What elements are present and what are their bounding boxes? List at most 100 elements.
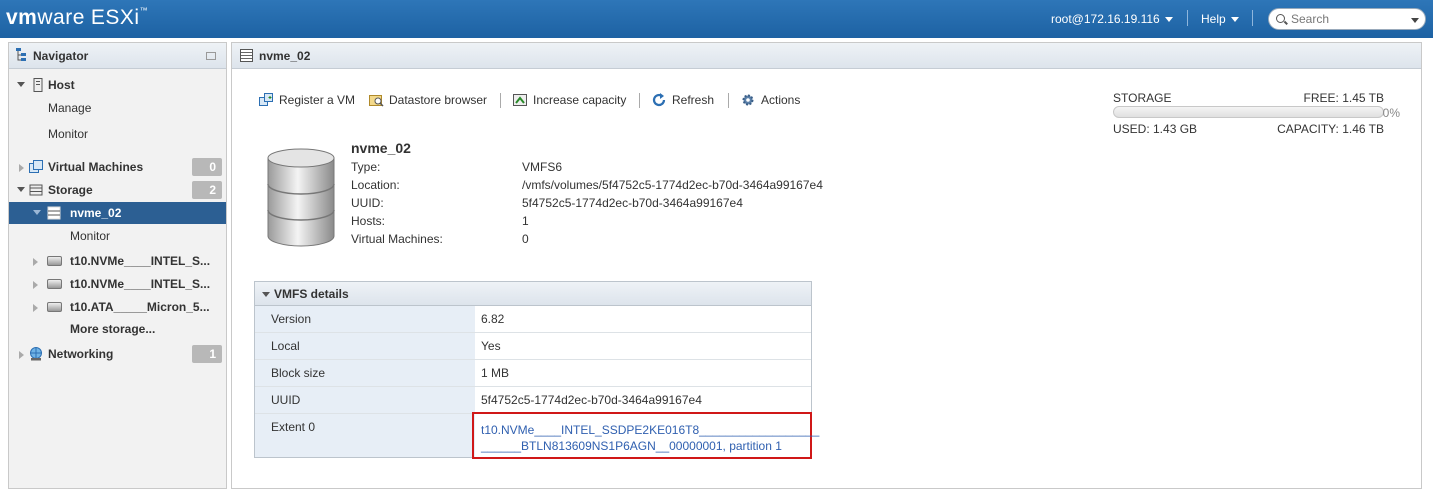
search-input[interactable]: Search — [1268, 8, 1426, 30]
field-label: Type: — [351, 160, 381, 174]
refresh-button[interactable]: Refresh — [652, 93, 714, 107]
extent-link[interactable]: t10.NVMe____INTEL_SSDPE2KE016T8_________… — [481, 422, 819, 454]
row-value: 1 MB — [481, 366, 510, 380]
actions-button[interactable]: Actions — [741, 93, 800, 107]
count-badge: 2 — [192, 181, 222, 199]
nav-item-disk[interactable]: t10.NVMe____INTEL_S... — [9, 273, 226, 295]
chevron-down-icon — [1230, 17, 1239, 23]
refresh-icon — [652, 93, 666, 107]
row-value: 6.82 — [481, 312, 505, 326]
collapse-icon[interactable] — [262, 292, 270, 297]
nav-item-virtual-machines[interactable]: Virtual Machines 0 — [9, 156, 226, 178]
storage-capacity: CAPACITY: 1.46 TB — [1277, 122, 1384, 136]
row-label: Version — [255, 306, 475, 332]
register-vm-button[interactable]: Register a VM — [259, 93, 355, 107]
expand-icon[interactable] — [33, 304, 38, 312]
increase-capacity-icon — [513, 94, 527, 106]
gear-icon — [742, 94, 754, 106]
collapse-icon[interactable] — [206, 52, 216, 60]
toolbar-divider — [728, 93, 729, 108]
vmfs-details-header[interactable]: VMFS details — [255, 282, 811, 306]
navigator-title: Navigator — [33, 49, 89, 63]
nav-item-networking[interactable]: Networking 1 — [9, 343, 226, 365]
nav-item-manage[interactable]: Manage — [9, 97, 226, 119]
field-label: Location: — [351, 178, 400, 192]
network-icon — [30, 347, 42, 361]
nav-item-nvme-02[interactable]: nvme_02 — [9, 202, 226, 224]
datastore-browser-button[interactable]: Datastore browser — [369, 93, 487, 107]
expand-icon[interactable] — [33, 210, 41, 215]
table-row: Version 6.82 — [255, 306, 811, 333]
chevron-down-icon[interactable] — [1411, 18, 1419, 23]
nav-item-disk[interactable]: t10.NVMe____INTEL_S... — [9, 250, 226, 272]
disk-icon — [47, 256, 62, 266]
table-row: Block size 1 MB — [255, 360, 811, 387]
expand-icon[interactable] — [19, 164, 24, 172]
expand-icon[interactable] — [33, 281, 38, 289]
field-value: 0 — [522, 232, 529, 246]
table-row: UUID 5f4752c5-1774d2ec-b70d-3464a99167e4 — [255, 387, 811, 414]
chevron-down-icon — [1164, 17, 1173, 23]
row-label: UUID — [255, 387, 475, 413]
storage-usage: STORAGE FREE: 1.45 TB 0% USED: 1.43 GB C… — [1113, 90, 1403, 140]
count-badge: 0 — [192, 158, 222, 176]
panel-title: VMFS details — [274, 287, 349, 301]
datastore-browser-icon — [369, 95, 384, 107]
datastore-name: nvme_02 — [351, 140, 411, 156]
row-value: 5f4752c5-1774d2ec-b70d-3464a99167e4 — [481, 393, 702, 407]
storage-free: FREE: 1.45 TB — [1303, 91, 1384, 105]
storage-heading: STORAGE — [1113, 91, 1172, 105]
nav-item-monitor[interactable]: Monitor — [9, 225, 226, 247]
user-menu[interactable]: root@172.16.19.116 — [1051, 12, 1173, 26]
expand-icon[interactable] — [17, 187, 25, 192]
nav-item-more-storage[interactable]: More storage... — [9, 318, 226, 340]
field-label: Virtual Machines: — [351, 232, 443, 246]
field-value: VMFS6 — [522, 160, 563, 174]
storage-icon — [29, 184, 43, 196]
navigator-icon — [16, 48, 26, 61]
search-placeholder: Search — [1291, 12, 1330, 26]
field-label: Hosts: — [351, 214, 386, 228]
top-bar: vmware ESXi™ root@172.16.19.116 Help Sear… — [0, 0, 1433, 38]
storage-percent: 0% — [1382, 106, 1400, 120]
register-vm-icon — [259, 93, 273, 106]
nav-item-host[interactable]: Host — [9, 74, 226, 96]
navigator-panel: Navigator Host Manage Monitor Virtual Ma… — [8, 42, 227, 489]
disk-icon — [47, 279, 62, 289]
storage-used: USED: 1.43 GB — [1113, 122, 1198, 136]
expand-icon[interactable] — [19, 351, 24, 359]
vm-icon — [29, 160, 43, 173]
datastore-icon — [240, 49, 253, 62]
navigator-header: Navigator — [9, 43, 226, 69]
divider — [1252, 10, 1253, 26]
expand-icon[interactable] — [17, 82, 25, 87]
field-value: /vmfs/volumes/5f4752c5-1774d2ec-b70d-346… — [522, 178, 823, 192]
increase-capacity-button[interactable]: Increase capacity — [513, 93, 626, 107]
datastore-icon — [47, 206, 61, 220]
toolbar-divider — [500, 93, 501, 108]
row-label: Block size — [255, 360, 475, 386]
datastore-large-icon — [267, 148, 335, 247]
row-label: Local — [255, 333, 475, 359]
nav-item-storage[interactable]: Storage 2 — [9, 179, 226, 201]
vmware-esxi-logo: vmware ESXi™ — [6, 6, 149, 29]
disk-icon — [47, 302, 62, 312]
host-icon — [33, 78, 43, 92]
page-title: nvme_02 — [259, 49, 311, 63]
main-header: nvme_02 — [232, 43, 1421, 69]
row-label: Extent 0 — [255, 414, 475, 457]
field-value: 1 — [522, 214, 529, 228]
field-value: 5f4752c5-1774d2ec-b70d-3464a99167e4 — [522, 196, 743, 210]
nav-item-disk[interactable]: t10.ATA_____Micron_5... — [9, 296, 226, 318]
search-icon — [1276, 14, 1285, 23]
divider — [1187, 10, 1188, 26]
row-value: Yes — [481, 339, 501, 353]
count-badge: 1 — [192, 345, 222, 363]
table-row: Local Yes — [255, 333, 811, 360]
toolbar-divider — [639, 93, 640, 108]
field-label: UUID: — [351, 196, 384, 210]
storage-usage-bar — [1113, 106, 1384, 118]
expand-icon[interactable] — [33, 258, 38, 266]
help-menu[interactable]: Help — [1201, 12, 1239, 26]
nav-item-monitor[interactable]: Monitor — [9, 123, 226, 145]
